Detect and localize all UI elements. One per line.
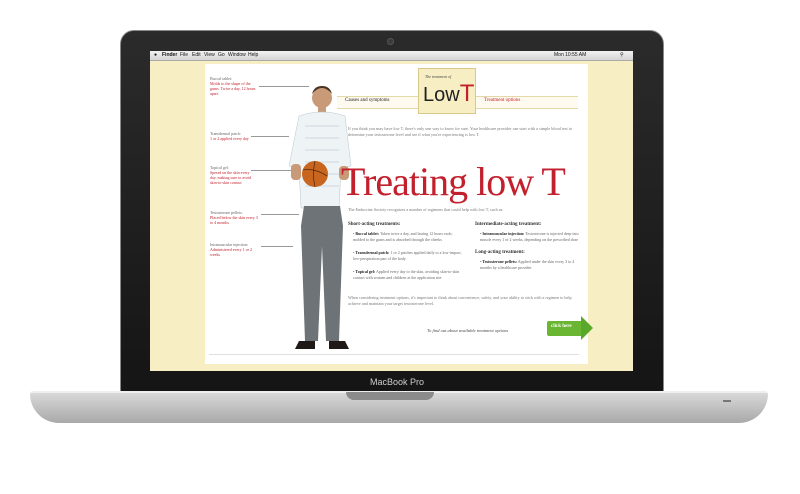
leader-line [251, 170, 291, 171]
short-acting-title: Short-acting treatments: [348, 222, 401, 227]
closing-paragraph: When considering treatment options, it's… [348, 295, 572, 306]
intermediate-acting-title: Intermediate-acting treatment: [475, 222, 542, 227]
item-name: Testosterone pellets: [482, 259, 517, 264]
menu-go[interactable]: Go [218, 51, 225, 60]
find-out-text: To find out about available treatment op… [427, 328, 509, 333]
footer-rule [209, 354, 579, 355]
intro-paragraph: If you think you may have low T, there's… [348, 126, 573, 137]
callout-detail: 1 or 2 applied every day [210, 136, 249, 141]
list-item-injection: • Intramuscular injection: Testosterone … [480, 231, 579, 242]
list-item-patch: • Transdermal patch: 1 or 2 patches appl… [353, 250, 462, 261]
leader-line [251, 136, 289, 137]
list-item-pellets: • Testosterone pellets: Applied under th… [480, 259, 575, 270]
device-brand-label: MacBook Pro [370, 377, 425, 387]
nav-causes-and-symptoms[interactable]: Causes and symptoms [345, 98, 389, 103]
society-paragraph: The Endocrine Society recognizes a numbe… [348, 207, 504, 212]
page-headline: Treating low T [341, 159, 566, 204]
callout-injection: Intramuscular injection: Administered ev… [210, 242, 260, 257]
menu-clock[interactable]: Mon 10:55 AM [554, 51, 586, 60]
item-name: Intramuscular injection: [482, 231, 525, 236]
callout-detail: Molds to the shape of the gums. Twice a … [210, 81, 256, 96]
arrow-right-icon[interactable] [581, 316, 593, 340]
item-name: Topical gel: [355, 269, 376, 274]
item-name: Transdermal patch: [355, 250, 390, 255]
camera-icon [387, 38, 394, 45]
content-page: Buccal tablet: Molds to the shape of the… [205, 64, 593, 364]
long-acting-title: Long-acting treatment: [475, 250, 525, 255]
menu-finder[interactable]: Finder [162, 51, 177, 60]
callout-pellets: Testosterone pellets: Placed below the s… [210, 210, 260, 225]
logo-low: Low [423, 84, 460, 106]
nav-treatment-options[interactable]: Treatment options [484, 98, 520, 103]
list-item-buccal: • Buccal tablet: Taken twice a day, and … [353, 231, 453, 242]
list-item-gel: • Topical gel: Applied every day to the … [353, 269, 460, 280]
spotlight-icon[interactable]: ⚲ [620, 51, 624, 60]
low-t-logo[interactable]: The treatment of LowT [418, 68, 476, 114]
menu-help[interactable]: Help [248, 51, 258, 60]
callout-patch: Transdermal patch: 1 or 2 applied every … [210, 131, 252, 141]
logo-t: T [459, 80, 475, 107]
callout-detail: Administered every 1 or 2 weeks [210, 247, 252, 257]
lid-opening-notch [346, 392, 434, 400]
callout-gel: Topical gel: Spread on the skin every da… [210, 165, 252, 185]
logo-tagline: The treatment of [425, 74, 452, 79]
callout-detail: Spread on the skin every day, making sur… [210, 170, 252, 185]
menu-file[interactable]: File [180, 51, 188, 60]
menu-view[interactable]: View [204, 51, 215, 60]
click-here-label[interactable]: click here [551, 324, 572, 329]
logo-wordmark: LowT [423, 80, 474, 108]
man-with-basketball-image [288, 86, 352, 349]
callout-detail: Placed below the skin every 3 to 4 month… [210, 215, 258, 225]
item-name: Buccal tablet: [355, 231, 380, 236]
menu-bar: ● Finder File Edit View Go Window Help M… [150, 51, 633, 61]
menu-window[interactable]: Window [228, 51, 246, 60]
sleep-indicator-light [723, 400, 731, 402]
apple-menu-icon[interactable]: ● [154, 51, 157, 60]
screen: ● Finder File Edit View Go Window Help M… [150, 51, 633, 371]
callout-buccal: Buccal tablet: Molds to the shape of the… [210, 76, 258, 96]
menu-edit[interactable]: Edit [192, 51, 201, 60]
